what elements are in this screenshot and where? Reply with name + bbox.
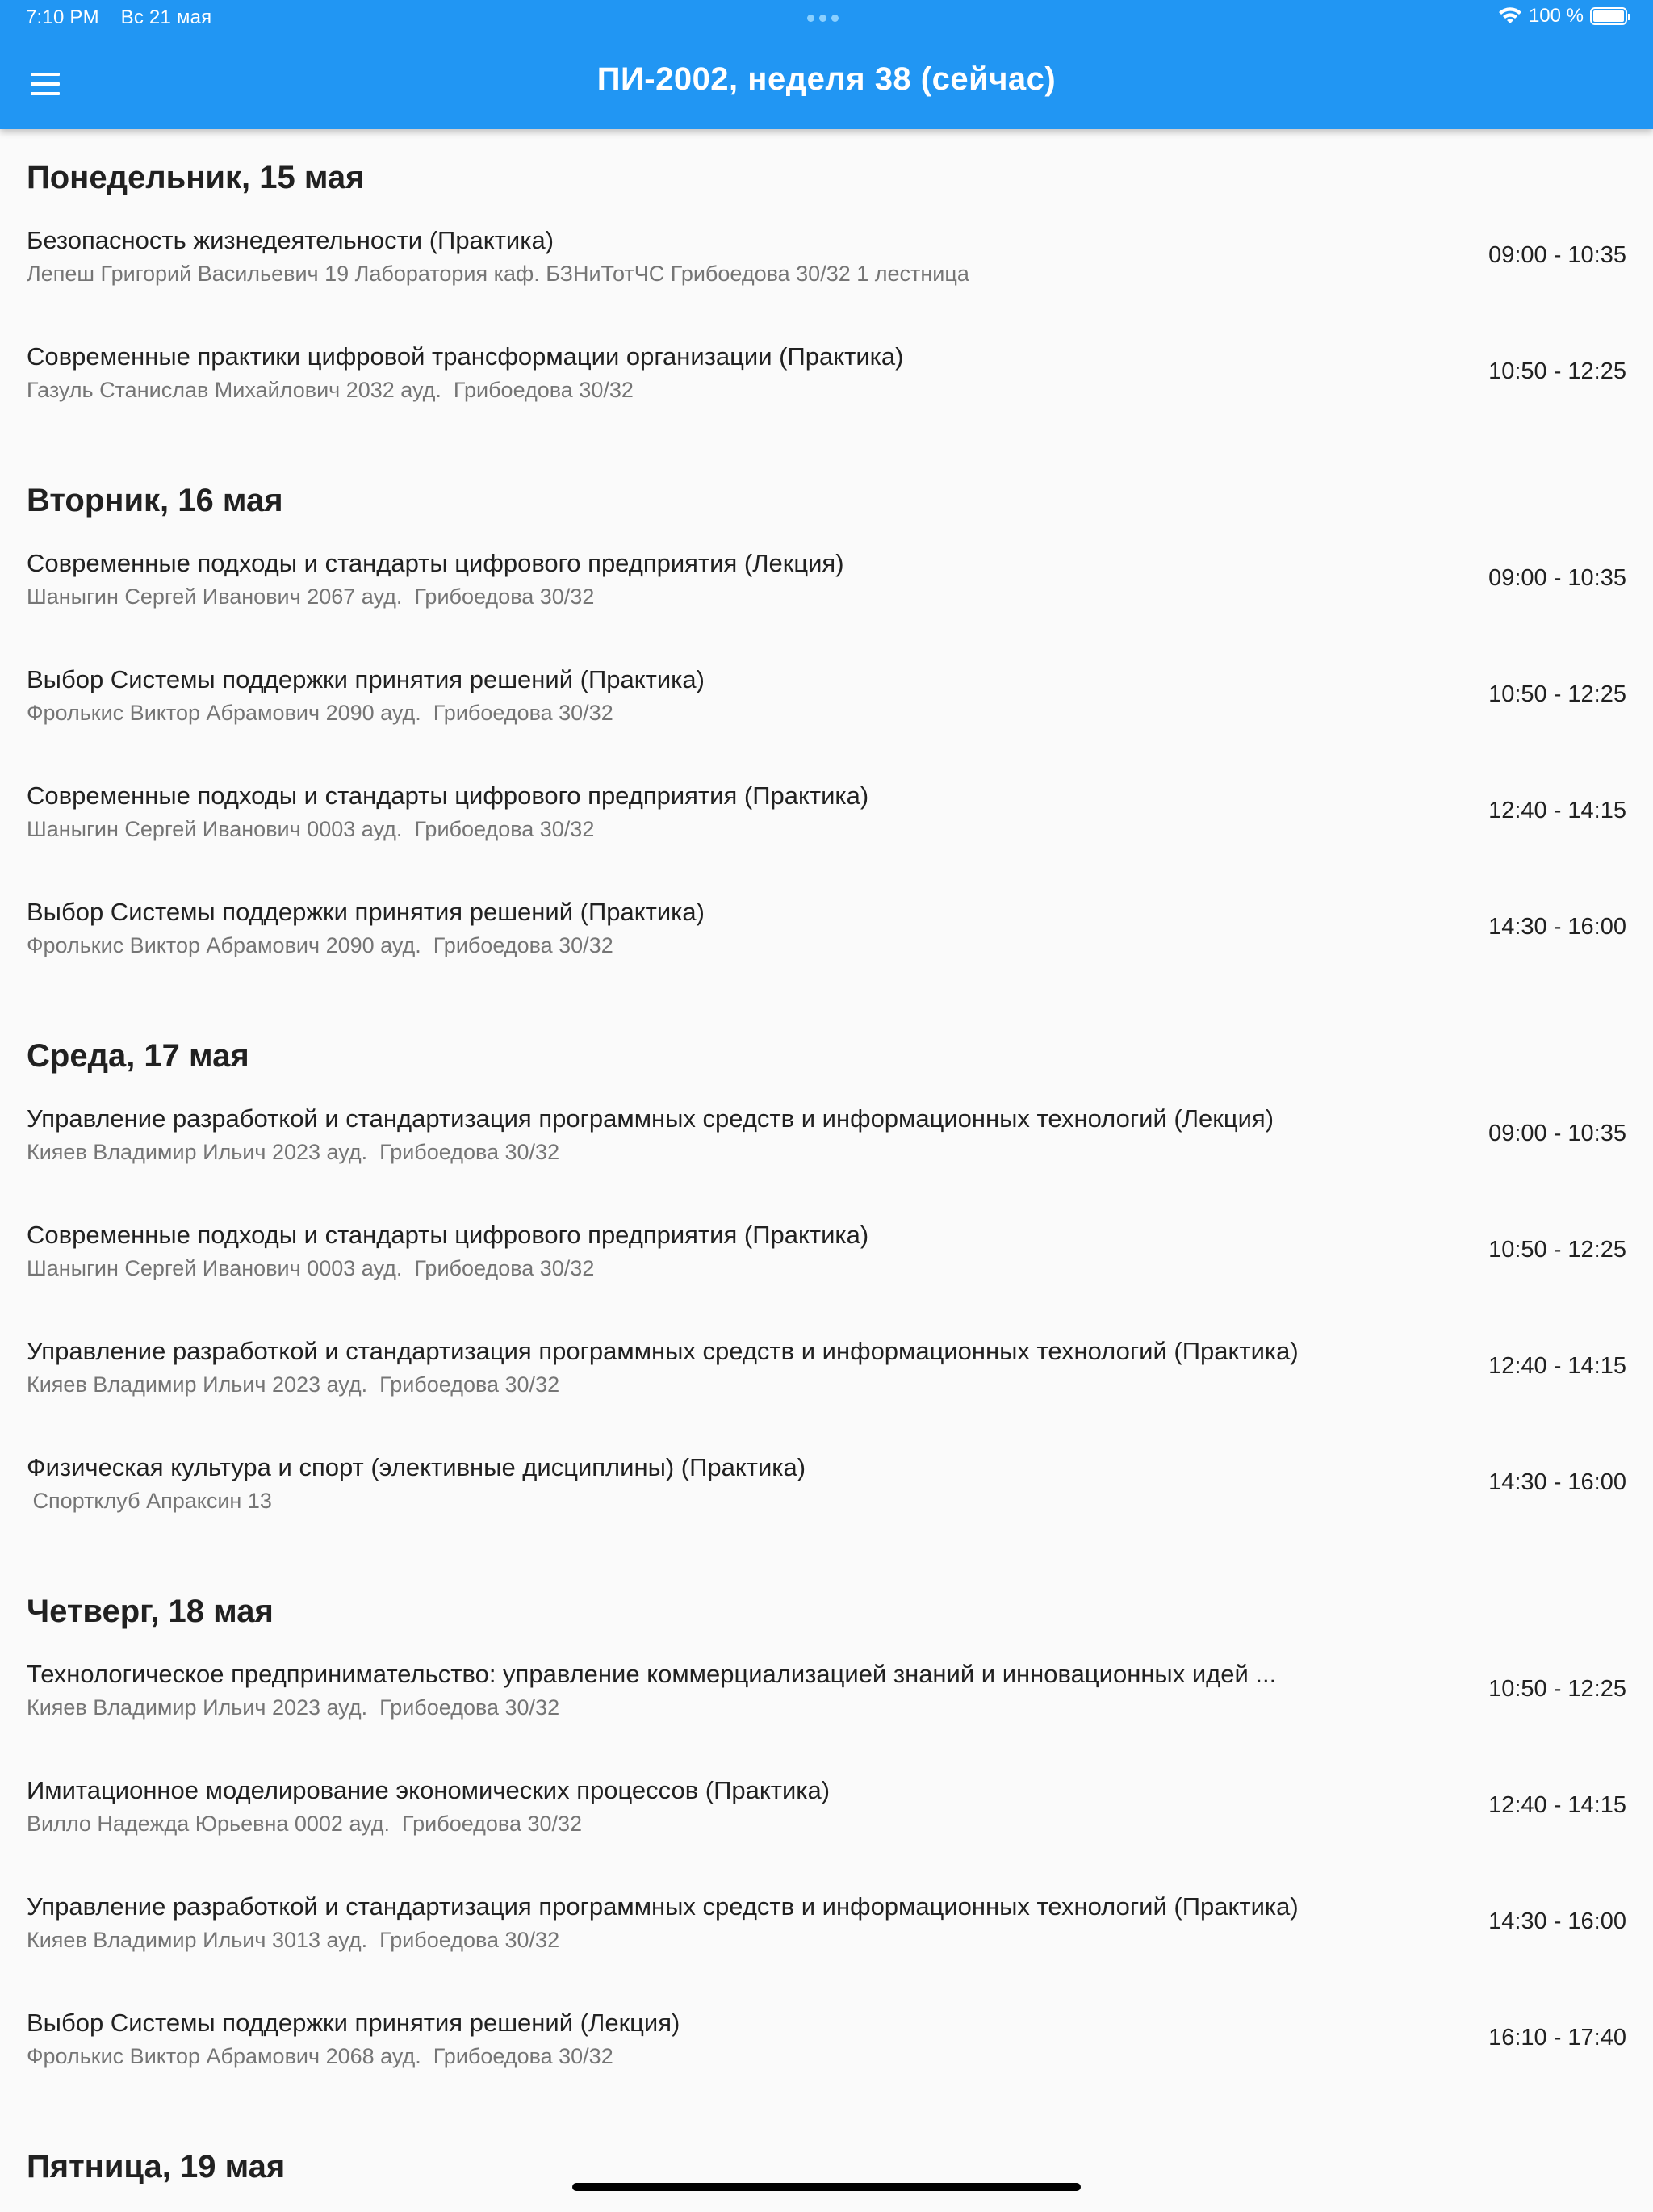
lesson-details: Спортклуб Апраксин 13 xyxy=(27,1489,272,1513)
lesson-details: Шаныгин Сергей Иванович 2067 ауд. Грибое… xyxy=(27,584,595,609)
lesson-row[interactable]: Выбор Системы поддержки принятия решений… xyxy=(0,2002,1653,2118)
lesson-time: 10:50 - 12:25 xyxy=(1488,358,1626,384)
lesson-time: 12:40 - 14:15 xyxy=(1488,1353,1626,1379)
lesson-time: 10:50 - 12:25 xyxy=(1488,1237,1626,1263)
lesson-row[interactable]: Выбор Системы поддержки принятия решений… xyxy=(0,659,1653,775)
lesson-details: Фролькис Виктор Абрамович 2090 ауд. Гриб… xyxy=(27,933,613,957)
lesson-row[interactable]: Современные подходы и стандарты цифровог… xyxy=(0,775,1653,891)
lesson-title: Выбор Системы поддержки принятия решений… xyxy=(27,665,705,693)
day-section: Среда, 17 мая Управление разработкой и ст… xyxy=(0,1008,1653,1563)
lesson-time: 14:30 - 16:00 xyxy=(1488,914,1626,940)
lesson-details: Фролькис Виктор Абрамович 2068 ауд. Гриб… xyxy=(27,2044,613,2068)
lesson-title: Современные подходы и стандарты цифровог… xyxy=(27,1221,869,1249)
lesson-title: Современные практики цифровой трансформа… xyxy=(27,342,904,371)
lesson-title: Управление разработкой и стандартизация … xyxy=(27,1337,1299,1365)
lesson-details: Шаныгин Сергей Иванович 0003 ауд. Грибое… xyxy=(27,1256,595,1280)
lesson-time: 12:40 - 14:15 xyxy=(1488,798,1626,823)
page-title: ПИ-2002, неделя 38 (сейчас) xyxy=(596,61,1057,97)
lesson-row[interactable]: Управление разработкой и стандартизация … xyxy=(0,1330,1653,1447)
lesson-row[interactable]: Технологическое предпринимательство: упр… xyxy=(0,1653,1653,1770)
day-section: Понедельник, 15 мая Безопасность жизнедея… xyxy=(0,129,1653,452)
lesson-title: Современные подходы и стандарты цифровог… xyxy=(27,781,869,810)
lesson-details: Вилло Надежда Юрьевна 0002 ауд. Грибоедо… xyxy=(27,1812,583,1836)
lesson-title: Современные подходы и стандарты цифровог… xyxy=(27,549,844,577)
lesson-time: 14:30 - 16:00 xyxy=(1488,1908,1626,1934)
lesson-details: Шаныгин Сергей Иванович 0003 ауд. Грибое… xyxy=(27,817,595,841)
lesson-row[interactable]: Физическая культура и спорт (элективные … xyxy=(0,1447,1653,1563)
lesson-time: 16:10 - 17:40 xyxy=(1488,2025,1626,2051)
home-indicator[interactable] xyxy=(572,2183,1081,2191)
battery-percent: 100 % xyxy=(1528,5,1584,27)
day-section: Четверг, 18 мая Технологическое предприни… xyxy=(0,1563,1653,2118)
lesson-details: Кияев Владимир Ильич 2023 ауд. Грибоедов… xyxy=(27,1140,560,1164)
lesson-time: 09:00 - 10:35 xyxy=(1488,242,1626,268)
lesson-details: Кияев Владимир Ильич 2023 ауд. Грибоедов… xyxy=(27,1372,560,1397)
lesson-time: 12:40 - 14:15 xyxy=(1488,1792,1626,1818)
day-header: Четверг, 18 мая xyxy=(27,1594,274,1629)
multitasking-dots-icon[interactable] xyxy=(807,15,839,22)
lesson-title: Имитационное моделирование экономических… xyxy=(27,1776,831,1804)
schedule-list[interactable]: Понедельник, 15 мая Безопасность жизнедея… xyxy=(0,129,1653,2209)
lesson-time: 10:50 - 12:25 xyxy=(1488,681,1626,707)
lesson-title: Технологическое предпринимательство: упр… xyxy=(27,1660,1277,1688)
lesson-title: Физическая культура и спорт (элективные … xyxy=(27,1453,806,1481)
lesson-row[interactable]: Безопасность жизнедеятельности (Практика… xyxy=(0,220,1653,336)
lesson-time: 10:50 - 12:25 xyxy=(1488,1676,1626,1702)
lesson-title: Управление разработкой и стандартизация … xyxy=(27,1104,1274,1133)
wifi-icon xyxy=(1498,7,1521,23)
app-bar: 7:10 PM Вс 21 мая 100 % ПИ-2002, неделя … xyxy=(0,0,1653,129)
lesson-row[interactable]: Имитационное моделирование экономических… xyxy=(0,1770,1653,1886)
lesson-details: Газуль Станислав Михайлович 2032 ауд. Гр… xyxy=(27,378,634,402)
day-header: Среда, 17 мая xyxy=(27,1038,249,1074)
lesson-title: Управление разработкой и стандартизация … xyxy=(27,1892,1299,1921)
lesson-time: 09:00 - 10:35 xyxy=(1488,1121,1626,1146)
lesson-row[interactable]: Современные подходы и стандарты цифровог… xyxy=(0,1214,1653,1330)
day-header: Вторник, 16 мая xyxy=(27,483,283,518)
day-header: Понедельник, 15 мая xyxy=(27,160,365,195)
lesson-title: Безопасность жизнедеятельности (Практика… xyxy=(27,226,554,254)
lesson-title: Выбор Системы поддержки принятия решений… xyxy=(27,2009,680,2037)
lesson-row[interactable]: Управление разработкой и стандартизация … xyxy=(0,1098,1653,1214)
status-time: 7:10 PM xyxy=(26,6,99,28)
lesson-title: Выбор Системы поддержки принятия решений… xyxy=(27,898,705,926)
status-bar-right: 100 % xyxy=(1498,5,1630,27)
lesson-row[interactable]: Современные подходы и стандарты цифровог… xyxy=(0,543,1653,659)
battery-icon xyxy=(1590,7,1630,25)
lesson-time: 09:00 - 10:35 xyxy=(1488,565,1626,591)
lesson-details: Лепеш Григорий Васильевич 19 Лаборатория… xyxy=(27,262,969,286)
day-header: Пятница, 19 мая xyxy=(27,2149,286,2185)
lesson-row[interactable]: Современные практики цифровой трансформа… xyxy=(0,336,1653,452)
lesson-row[interactable]: Управление разработкой и стандартизация … xyxy=(0,1886,1653,2002)
day-section: Пятница, 19 мая xyxy=(0,2118,1653,2209)
lesson-details: Кияев Владимир Ильич 3013 ауд. Грибоедов… xyxy=(27,1928,560,1952)
status-bar-left: 7:10 PM Вс 21 мая xyxy=(26,6,228,29)
lesson-time: 14:30 - 16:00 xyxy=(1488,1469,1626,1495)
day-section: Вторник, 16 мая Современные подходы и ста… xyxy=(0,452,1653,1008)
status-date: Вс 21 мая xyxy=(120,6,212,28)
lesson-details: Кияев Владимир Ильич 2023 ауд. Грибоедов… xyxy=(27,1695,560,1720)
lesson-details: Фролькис Виктор Абрамович 2090 ауд. Гриб… xyxy=(27,701,613,725)
lesson-row[interactable]: Выбор Системы поддержки принятия решений… xyxy=(0,891,1653,1008)
